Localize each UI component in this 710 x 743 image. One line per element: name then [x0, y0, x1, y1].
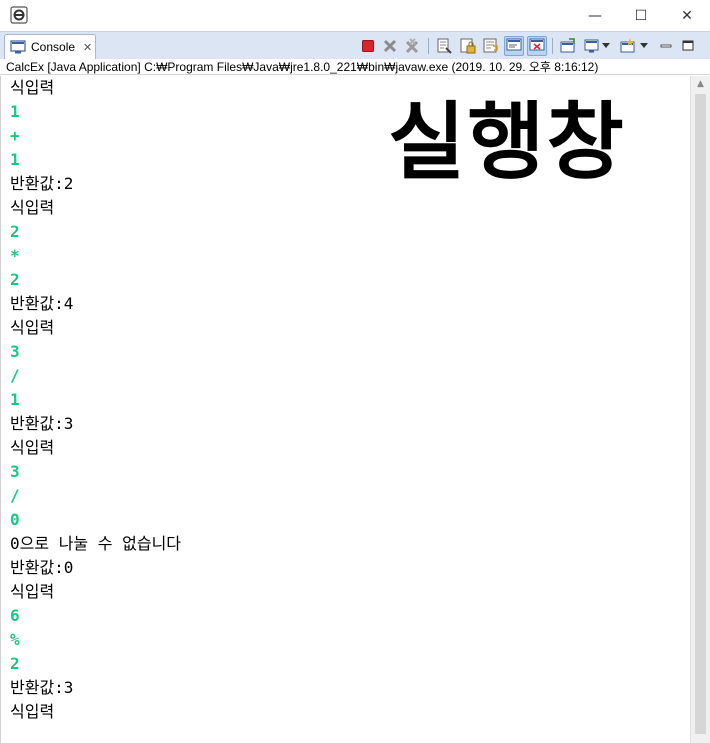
- word-wrap-icon[interactable]: [481, 36, 501, 56]
- remove-all-terminated-icon[interactable]: [402, 36, 422, 56]
- console-output-line: 반환값:2: [10, 174, 74, 193]
- console-output-line: 반환값:4: [10, 294, 74, 313]
- pin-console-icon[interactable]: [558, 36, 578, 56]
- toolbar-separator: [552, 38, 553, 54]
- scrollbar-thumb[interactable]: [695, 94, 706, 734]
- console-input-line: /: [10, 366, 20, 385]
- console-output-line: 반환값:0: [10, 558, 74, 577]
- remove-launch-icon[interactable]: [380, 36, 400, 56]
- console-input-line: 2: [10, 222, 20, 241]
- scroll-lock-icon[interactable]: [458, 36, 478, 56]
- console-output-line: 식입력: [10, 702, 55, 721]
- close-window-button[interactable]: ✕: [664, 0, 710, 31]
- console-output-line: 0으로 나눌 수 없습니다: [10, 534, 182, 553]
- console-input-line: 6: [10, 606, 20, 625]
- overlay-annotation: 실행창: [388, 93, 626, 191]
- eclipse-app-icon: [10, 6, 28, 24]
- chevron-down-icon[interactable]: [600, 36, 612, 56]
- show-on-stdout-icon[interactable]: [504, 36, 524, 56]
- console-output-line: 반환값:3: [10, 678, 74, 697]
- chevron-down-icon[interactable]: [638, 36, 650, 56]
- console-input-line: *: [10, 246, 20, 265]
- terminate-icon[interactable]: [358, 36, 378, 56]
- maximize-icon[interactable]: [678, 36, 698, 56]
- toolbar-separator: [428, 38, 429, 54]
- scroll-up-icon[interactable]: ▲: [691, 76, 710, 92]
- maximize-window-button[interactable]: ☐: [618, 0, 664, 31]
- tab-close-icon[interactable]: ✕: [83, 41, 92, 54]
- console-input-line: 2: [10, 270, 20, 289]
- console-output-line: 식입력: [10, 78, 55, 97]
- minimize-icon[interactable]: [656, 36, 676, 56]
- console-input-line: +: [10, 126, 20, 145]
- show-on-stderr-icon[interactable]: [527, 36, 547, 56]
- console-input-line: 0: [10, 510, 20, 529]
- tab-console[interactable]: Console ✕: [4, 34, 96, 59]
- console-output-line: 식입력: [10, 582, 55, 601]
- vertical-scrollbar[interactable]: ▲: [690, 76, 710, 743]
- console-input-line: 1: [10, 102, 20, 121]
- open-console-icon[interactable]: [618, 36, 638, 56]
- console-input-line: 1: [10, 390, 20, 409]
- console-output-line: 식입력: [10, 198, 55, 217]
- clear-console-icon[interactable]: [434, 36, 454, 56]
- console-input-line: /: [10, 486, 20, 505]
- console-icon: [10, 40, 26, 54]
- console-input-line: 1: [10, 150, 20, 169]
- console-input-line: %: [10, 630, 20, 649]
- window-titlebar: — ☐ ✕: [0, 0, 710, 31]
- minimize-window-button[interactable]: —: [572, 0, 618, 31]
- console-input-line: 3: [10, 342, 20, 361]
- view-tabbar: Console ✕: [0, 31, 710, 60]
- launch-info: CalcEx [Java Application] C:₩Program Fil…: [0, 59, 710, 75]
- console-input-line: 3: [10, 462, 20, 481]
- console-output-line: 식입력: [10, 438, 55, 457]
- console-input-line: 2: [10, 654, 20, 673]
- console-output-line: 식입력: [10, 318, 55, 337]
- console-output-line: 반환값:3: [10, 414, 74, 433]
- tab-console-label: Console: [31, 40, 76, 54]
- display-console-icon[interactable]: [582, 36, 602, 56]
